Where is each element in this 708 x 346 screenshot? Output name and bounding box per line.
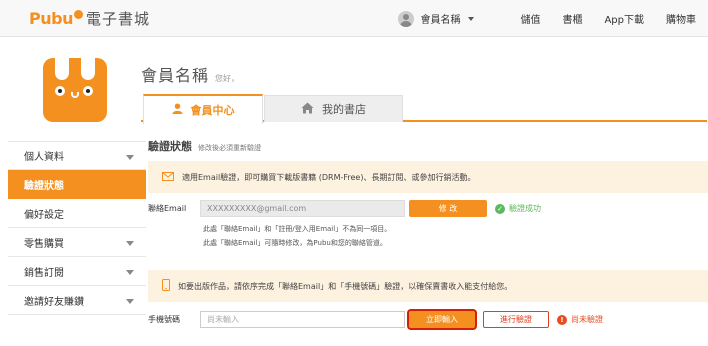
sidebar-item-profile[interactable]: 個人資料 (8, 141, 146, 170)
sidebar-item-invite-friends[interactable]: 邀請好友賺鑽 (8, 286, 146, 315)
mascot-ear-left (55, 58, 69, 80)
chevron-down-icon (126, 155, 134, 160)
sidebar-item-verification[interactable]: 驗證狀態 (8, 170, 146, 199)
phone-field[interactable]: 尚未輸入 (200, 311, 405, 328)
phone-notice-text: 如要出版作品，請依序完成「聯絡Email」和「手機號碼」驗證，以確保賣書收入能支… (178, 281, 513, 291)
warning-circle-icon: ! (557, 314, 567, 325)
logo-dot-icon (73, 9, 83, 19)
enter-phone-button-label: 立即輸入 (426, 315, 458, 324)
sidebar-item-label: 銷售訂閱 (24, 267, 64, 279)
sidebar-menu: 個人資料 驗證狀態 偏好設定 零售購買 銷售訂閱 邀請好友賺鑽 (8, 141, 146, 315)
email-notice: 適用Email驗證，即可購買下載版書籍 (DRM-Free)、長期訂閱、或參加行… (148, 161, 708, 193)
mascot-mouth (71, 92, 79, 98)
enter-phone-button[interactable]: 立即輸入 (409, 311, 475, 328)
sidebar-item-label: 驗證狀態 (24, 180, 64, 192)
sidebar-item-label: 邀請好友賺鑽 (24, 296, 84, 308)
user-menu[interactable]: 會員名稱 (398, 10, 475, 27)
user-icon (171, 103, 183, 117)
user-avatar-icon (398, 10, 415, 27)
phone-status-badge: ! 尚未驗證 (557, 314, 603, 325)
verify-phone-button[interactable]: 進行驗證 (483, 311, 549, 328)
tab-label: 我的書店 (322, 103, 366, 116)
top-navbar: Pubu 電子書城 會員名稱 儲值 書櫃 App下載 購物車 (0, 0, 708, 37)
sidebar-item-sales-subscription[interactable]: 銷售訂閱 (8, 257, 146, 286)
mascot-eye-right (83, 86, 93, 96)
mobile-phone-icon (162, 279, 170, 293)
page-title: 會員名稱 您好， (141, 62, 239, 86)
profile-avatar (43, 58, 107, 122)
nav-top-up[interactable]: 儲值 (520, 11, 540, 26)
envelope-icon (162, 171, 174, 183)
tab-bar: 會員中心 我的書店 (141, 94, 707, 124)
chevron-down-icon (126, 241, 134, 246)
check-circle-icon: ✓ (495, 203, 505, 214)
email-notice-text: 適用Email驗證，即可購買下載版書籍 (DRM-Free)、長期訂閱、或參加行… (182, 172, 476, 182)
home-icon (301, 102, 314, 117)
email-note-2: 此處「聯絡Email」可隨時修改，為Pubu和您的聯絡管道。 (203, 239, 387, 247)
mascot-face (55, 78, 95, 102)
nav-cart[interactable]: 購物車 (666, 11, 696, 26)
phone-notice: 如要出版作品，請依序完成「聯絡Email」和「手機號碼」驗證，以確保賣書收入能支… (148, 270, 708, 302)
section-subtitle: 修改後必須重新驗證 (198, 144, 261, 152)
email-row: 聯絡Email XXXXXXXXX@gmail.com 修 改 ✓ 驗證成功 (148, 200, 541, 217)
sidebar-item-label: 個人資料 (24, 152, 64, 163)
sidebar-item-label: 偏好設定 (24, 209, 64, 221)
mascot-ear-right (81, 58, 95, 80)
sidebar-item-label: 零售購買 (24, 238, 64, 250)
edit-email-button[interactable]: 修 改 (409, 200, 487, 217)
email-status-badge: ✓ 驗證成功 (495, 203, 541, 214)
user-menu-name: 會員名稱 (420, 15, 461, 26)
tab-my-bookstore[interactable]: 我的書店 (264, 95, 403, 122)
phone-row: 手機號碼 尚未輸入 立即輸入 進行驗證 ! 尚未驗證 (148, 311, 603, 328)
member-name: 會員名稱 (141, 66, 210, 85)
verify-phone-button-label: 進行驗證 (500, 315, 532, 324)
section-header: 驗證狀態 修改後必須重新驗證 (148, 138, 261, 154)
nav-bookshelf[interactable]: 書櫃 (562, 11, 582, 26)
mascot-eye-left (55, 86, 65, 96)
email-status-text: 驗證成功 (509, 204, 541, 213)
sidebar-item-preferences[interactable]: 偏好設定 (8, 199, 146, 228)
email-label: 聯絡Email (148, 204, 187, 213)
phone-status-text: 尚未驗證 (571, 315, 603, 324)
email-value: XXXXXXXXX@gmail.com (207, 204, 307, 213)
section-title: 驗證狀態 (148, 140, 192, 153)
phone-label: 手機號碼 (148, 315, 180, 324)
sidebar-item-retail-purchase[interactable]: 零售購買 (8, 228, 146, 257)
top-nav-links: 會員名稱 儲值 書櫃 App下載 購物車 (398, 0, 696, 37)
email-field[interactable]: XXXXXXXXX@gmail.com (200, 200, 405, 217)
tab-member-center[interactable]: 會員中心 (143, 94, 263, 124)
site-logo[interactable]: Pubu 電子書城 (29, 8, 150, 29)
phone-placeholder: 尚未輸入 (207, 315, 239, 324)
logo-brand: Pubu (29, 9, 73, 28)
nav-app-download[interactable]: App下載 (604, 11, 644, 26)
edit-email-button-label: 修 改 (438, 204, 458, 213)
chevron-down-icon (126, 270, 134, 275)
logo-text: 電子書城 (85, 10, 150, 28)
tab-label: 會員中心 (190, 104, 235, 117)
chevron-down-icon (126, 299, 134, 304)
greeting-text: 您好， (215, 74, 240, 83)
email-note-1: 此處「聯絡Email」和「註冊/登入用Email」不為同一項目。 (203, 225, 392, 233)
chevron-down-icon (468, 16, 475, 21)
